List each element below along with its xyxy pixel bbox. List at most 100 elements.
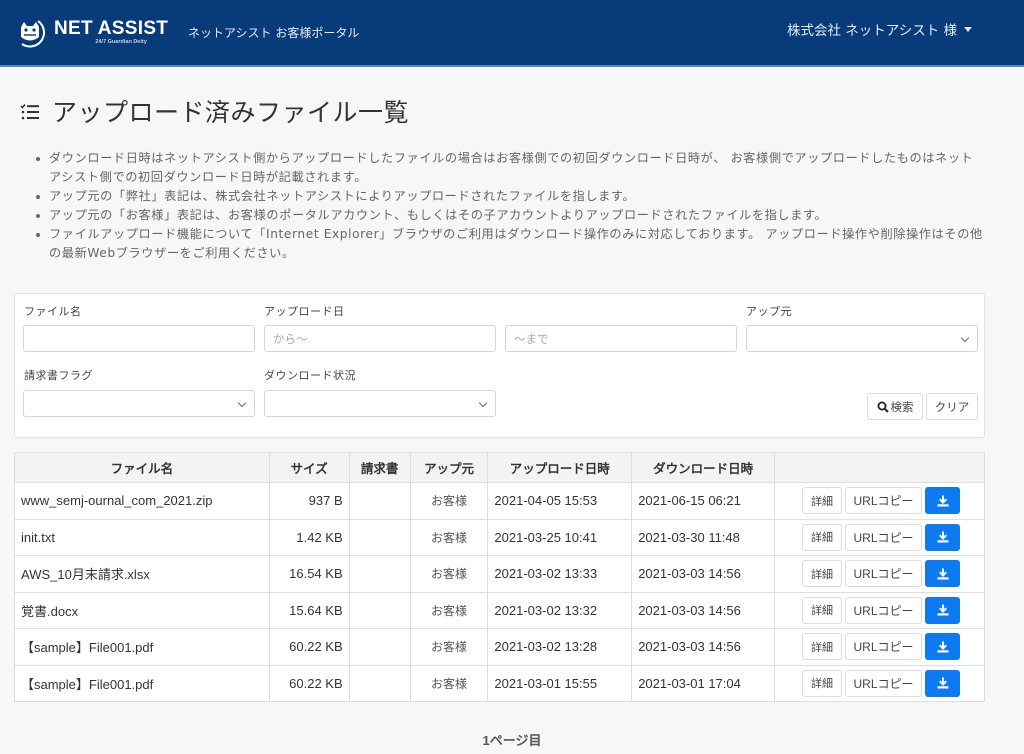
- cell-uploader: お客様: [409, 591, 489, 629]
- cell-actions: 詳細 URLコピー: [773, 555, 986, 593]
- page-header: アップロード済みファイル一覧: [0, 67, 1024, 129]
- column-header-uploaded-at[interactable]: アップロード日時: [487, 452, 633, 483]
- detail-button[interactable]: 詳細: [802, 633, 842, 661]
- copy-url-button[interactable]: URLコピー: [845, 487, 922, 515]
- copy-url-button[interactable]: URLコピー: [845, 669, 922, 697]
- column-header-invoice[interactable]: 請求書: [348, 452, 411, 483]
- brand-logo[interactable]: NET ASSIST 24/7 Guardian Deity: [16, 17, 186, 49]
- cell-downloaded-at: 2021-03-01 17:04: [631, 664, 775, 702]
- detail-button[interactable]: 詳細: [802, 487, 842, 515]
- chevron-down-icon: [960, 333, 970, 343]
- cell-invoice: [348, 591, 411, 629]
- copy-url-button[interactable]: URLコピー: [845, 560, 922, 588]
- table-body: www_semj-ournal_com_2021.zip 937 B お客様 2…: [14, 482, 986, 702]
- cell-downloaded-at: 2021-06-15 06:21: [631, 482, 775, 520]
- user-menu-dropdown[interactable]: 株式会社 ネットアシスト 様: [787, 19, 972, 39]
- detail-button[interactable]: 詳細: [802, 669, 842, 697]
- notice-list: ダウンロード日時はネットアシスト側からアップロードしたファイルの場合はお客様側で…: [36, 149, 984, 263]
- notice-item: アップ元の「弊社」表記は、株式会社ネットアシストによりアップロードされたファイル…: [36, 187, 984, 206]
- cell-uploaded-at: 2021-03-02 13:32: [487, 591, 633, 629]
- search-button[interactable]: 検索: [867, 393, 923, 420]
- cell-uploaded-at: 2021-04-05 15:53: [487, 482, 633, 520]
- cell-file-name: 【sample】File001.pdf: [14, 664, 270, 702]
- upload-date-label: アップロード日: [264, 305, 345, 318]
- column-header-size[interactable]: サイズ: [268, 452, 350, 483]
- pagination-current-page: 1ページ目: [482, 733, 542, 748]
- cell-downloaded-at: 2021-03-03 14:56: [631, 591, 775, 629]
- cell-uploader: お客様: [409, 628, 489, 666]
- cell-uploader: お客様: [409, 555, 489, 593]
- download-button[interactable]: [925, 596, 960, 624]
- download-button[interactable]: [925, 560, 960, 588]
- notice-item: ダウンロード日時はネットアシスト側からアップロードしたファイルの場合はお客様側で…: [36, 149, 984, 187]
- detail-button[interactable]: 詳細: [802, 596, 842, 624]
- download-button[interactable]: [925, 669, 960, 697]
- download-button[interactable]: [925, 523, 960, 551]
- detail-button[interactable]: 詳細: [802, 523, 842, 551]
- copy-url-button[interactable]: URLコピー: [845, 633, 922, 661]
- notice-item: アップ元の「お客様」表記は、お客様のポータルアカウント、もしくはその子アカウント…: [36, 206, 984, 225]
- cell-invoice: [348, 518, 411, 556]
- table-row: 【sample】File001.pdf 60.22 KB お客様 2021-03…: [14, 628, 986, 666]
- cell-size: 60.22 KB: [268, 664, 350, 702]
- cell-file-name: 覚書.docx: [14, 591, 270, 629]
- download-button[interactable]: [925, 633, 960, 661]
- column-header-uploader[interactable]: アップ元: [409, 452, 489, 483]
- upload-date-from-input[interactable]: [264, 325, 496, 352]
- cell-size: 15.64 KB: [268, 591, 350, 629]
- cell-uploader: お客様: [409, 518, 489, 556]
- invoice-flag-select[interactable]: [23, 390, 255, 417]
- cell-uploaded-at: 2021-03-02 13:33: [487, 555, 633, 593]
- cell-downloaded-at: 2021-03-30 11:48: [631, 518, 775, 556]
- download-icon: [937, 677, 948, 689]
- cell-size: 937 B: [268, 482, 350, 520]
- cell-downloaded-at: 2021-03-03 14:56: [631, 555, 775, 593]
- copy-url-button[interactable]: URLコピー: [845, 523, 922, 551]
- download-icon: [937, 495, 948, 507]
- cell-invoice: [348, 482, 411, 520]
- download-status-select[interactable]: [264, 390, 496, 417]
- file-table-container: ファイル名 サイズ 請求書 アップ元 アップロード日時 ダウンロード日時 www…: [14, 452, 986, 702]
- brand-name: NET ASSIST: [54, 18, 169, 40]
- user-menu-label: 株式会社 ネットアシスト 様: [786, 23, 957, 39]
- detail-button[interactable]: 詳細: [802, 560, 842, 588]
- column-header-downloaded-at[interactable]: ダウンロード日時: [631, 452, 775, 483]
- table-header-row: ファイル名 サイズ 請求書 アップ元 アップロード日時 ダウンロード日時: [14, 452, 986, 483]
- top-navbar: NET ASSIST 24/7 Guardian Deity ネットアシスト お…: [0, 0, 1024, 67]
- download-icon: [937, 531, 948, 543]
- cell-uploaded-at: 2021-03-02 13:28: [487, 628, 633, 666]
- cell-actions: 詳細 URLコピー: [773, 664, 986, 702]
- cell-downloaded-at: 2021-03-03 14:56: [631, 628, 775, 666]
- cell-actions: 詳細 URLコピー: [773, 628, 986, 666]
- column-header-actions: [773, 452, 986, 483]
- uploader-select[interactable]: [746, 325, 978, 352]
- cell-file-name: 【sample】File001.pdf: [14, 628, 270, 666]
- table-row: 【sample】File001.pdf 60.22 KB お客様 2021-03…: [14, 664, 986, 702]
- file-name-input[interactable]: [23, 325, 255, 352]
- download-button[interactable]: [925, 487, 960, 515]
- clear-button[interactable]: クリア: [926, 393, 978, 420]
- cell-invoice: [348, 628, 411, 666]
- column-header-file-name[interactable]: ファイル名: [14, 452, 270, 483]
- download-icon: [937, 641, 948, 653]
- invoice-flag-label: 請求書フラグ: [24, 369, 93, 382]
- search-icon: [877, 401, 889, 413]
- chevron-down-icon: [237, 398, 247, 408]
- cell-size: 1.42 KB: [268, 518, 350, 556]
- cell-file-name: www_semj-ournal_com_2021.zip: [14, 482, 270, 520]
- cell-uploaded-at: 2021-03-01 15:55: [487, 664, 633, 702]
- cell-file-name: init.txt: [14, 518, 270, 556]
- search-button-label: 検索: [890, 399, 914, 414]
- cell-invoice: [348, 664, 411, 702]
- cell-invoice: [348, 555, 411, 593]
- table-row: AWS_10月末請求.xlsx 16.54 KB お客様 2021-03-02 …: [14, 555, 986, 593]
- copy-url-button[interactable]: URLコピー: [845, 596, 922, 624]
- upload-date-to-input[interactable]: [505, 325, 737, 352]
- download-status-label: ダウンロード状況: [264, 369, 356, 382]
- portal-name[interactable]: ネットアシスト お客様ポータル: [188, 24, 359, 41]
- checklist-icon: [20, 104, 39, 120]
- clear-button-label: クリア: [934, 399, 970, 414]
- download-icon: [937, 568, 948, 580]
- caret-down-icon: [964, 26, 972, 32]
- table-row: www_semj-ournal_com_2021.zip 937 B お客様 2…: [14, 482, 986, 520]
